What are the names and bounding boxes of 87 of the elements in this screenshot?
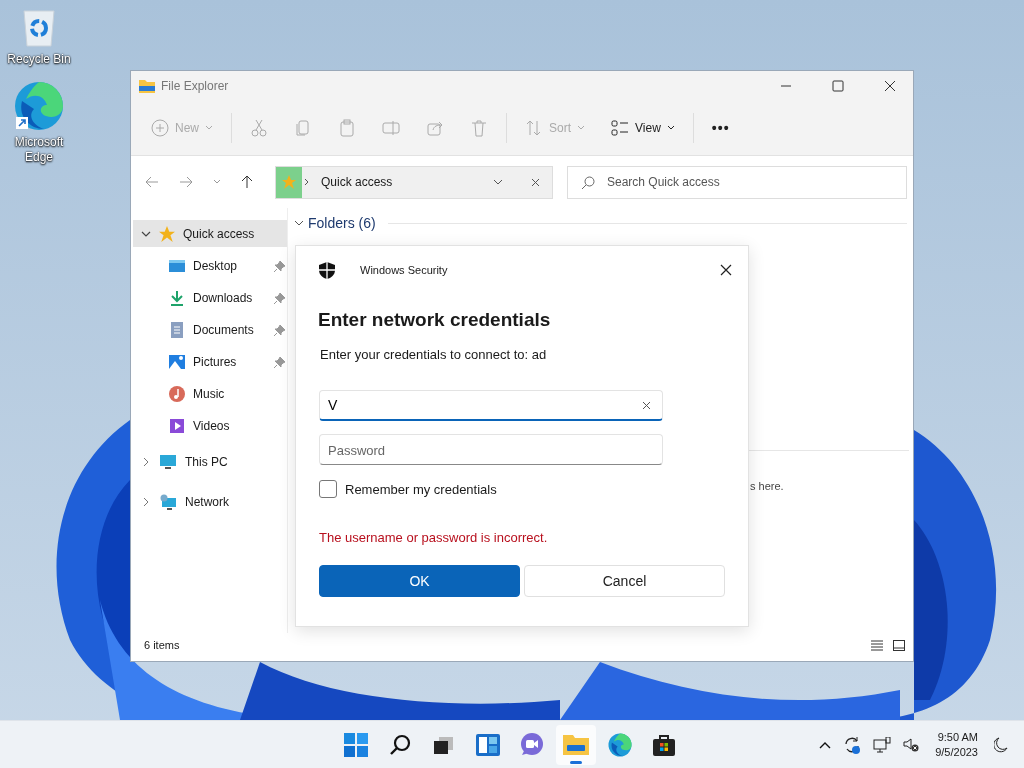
video-icon: [169, 418, 185, 434]
status-text: 6 items: [144, 639, 180, 651]
view-icon: [611, 119, 630, 137]
up-icon[interactable]: [241, 175, 253, 189]
share-icon: [426, 119, 444, 137]
sidebar-item[interactable]: Quick access: [133, 220, 287, 247]
folder-icon: [139, 79, 155, 93]
caret-icon: [205, 125, 213, 131]
browser-icon: [608, 732, 632, 757]
tiles-view-icon[interactable]: [893, 639, 905, 651]
shopping-bag-icon: [652, 732, 676, 757]
dropdown-icon[interactable]: [493, 179, 503, 185]
empty-hint: s here.: [750, 480, 784, 492]
window-title: File Explorer: [161, 79, 229, 93]
address-text: Quick access: [321, 175, 394, 189]
chevron-icon: [304, 178, 309, 186]
forward-icon[interactable]: [179, 176, 193, 188]
search-field[interactable]: Search Quick access: [567, 165, 907, 199]
sidebar-item[interactable]: This PC: [133, 442, 287, 482]
password-field[interactable]: Password: [319, 434, 663, 465]
scissors-icon: [250, 119, 268, 137]
chevron-icon[interactable]: [294, 218, 304, 228]
moon-icon[interactable]: [994, 736, 1008, 753]
caret-icon: [577, 125, 586, 131]
ok-button[interactable]: OK: [319, 565, 520, 597]
sidebar-item[interactable]: Pictures: [133, 346, 287, 378]
sidebar-item[interactable]: Music: [133, 378, 287, 410]
more-button[interactable]: •••: [703, 114, 738, 142]
picture-icon: [169, 354, 185, 370]
clock-time[interactable]: 9:50 AM: [937, 729, 978, 745]
copy-icon: [294, 119, 312, 137]
close-icon[interactable]: [884, 80, 896, 92]
network-icon: [159, 494, 177, 510]
explorer-taskbar-button[interactable]: [556, 724, 596, 765]
sync-icon[interactable]: [843, 735, 862, 754]
recycle-bin-icon[interactable]: [21, 8, 57, 48]
download-icon: [169, 290, 185, 306]
sidebar-item[interactable]: Documents: [133, 314, 287, 346]
rename-icon: [382, 119, 400, 137]
widgets-icon: [476, 733, 500, 756]
address-bar[interactable]: Quick access: [275, 165, 553, 199]
music-icon: [169, 386, 185, 402]
details-view-icon[interactable]: [871, 639, 883, 651]
username-field[interactable]: V: [319, 390, 663, 421]
edge-icon[interactable]: [14, 81, 64, 131]
back-icon[interactable]: [145, 176, 159, 188]
sidebar-item[interactable]: Network: [133, 482, 287, 522]
clear-icon[interactable]: [642, 401, 651, 410]
document-icon: [169, 322, 185, 338]
sort-icon: [525, 119, 543, 137]
sidebar-item[interactable]: Videos: [133, 410, 287, 442]
folder-icon: [563, 733, 589, 756]
chevron-icon[interactable]: [141, 497, 151, 507]
muted-speaker-icon[interactable]: [903, 737, 920, 752]
monitor-icon: [159, 454, 177, 470]
plus-circle-icon: [151, 119, 169, 137]
chat-icon: [520, 732, 544, 757]
clipboard-icon: [338, 119, 356, 137]
desktop-icon: [169, 259, 185, 273]
dialog-message: Enter your credentials to connect to: ad: [320, 347, 548, 362]
task-view-icon: [433, 734, 455, 755]
close-icon[interactable]: [720, 264, 732, 276]
chevron-icon[interactable]: [141, 457, 151, 467]
dialog-app-name: Windows Security: [360, 264, 448, 276]
maximize-icon[interactable]: [832, 80, 844, 92]
search-icon: [581, 175, 595, 190]
checkbox-label[interactable]: Remember my credentials: [345, 481, 497, 497]
close-icon[interactable]: [531, 177, 540, 187]
checkbox[interactable]: [319, 480, 337, 498]
trash-icon: [470, 119, 488, 137]
caret-up-icon[interactable]: [819, 740, 832, 749]
clock-date[interactable]: 9/5/2023: [935, 744, 978, 760]
view-button[interactable]: View: [603, 113, 683, 143]
sidebar-item[interactable]: Downloads: [133, 282, 287, 314]
error-message: The username or password is incorrect.: [319, 530, 549, 545]
dialog-heading: Enter network credentials: [318, 309, 552, 331]
sidebar-item[interactable]: Desktop: [133, 250, 287, 282]
search-icon: [389, 733, 411, 756]
start-icon: [344, 732, 368, 757]
caret-icon[interactable]: [213, 179, 221, 185]
star-icon: [282, 175, 296, 189]
section-header[interactable]: Folders (6): [308, 215, 376, 231]
cancel-button[interactable]: Cancel: [524, 565, 725, 597]
star-icon: [159, 225, 175, 242]
network-icon[interactable]: [873, 736, 892, 753]
shield-icon: [319, 261, 335, 279]
caret-icon: [666, 125, 675, 131]
